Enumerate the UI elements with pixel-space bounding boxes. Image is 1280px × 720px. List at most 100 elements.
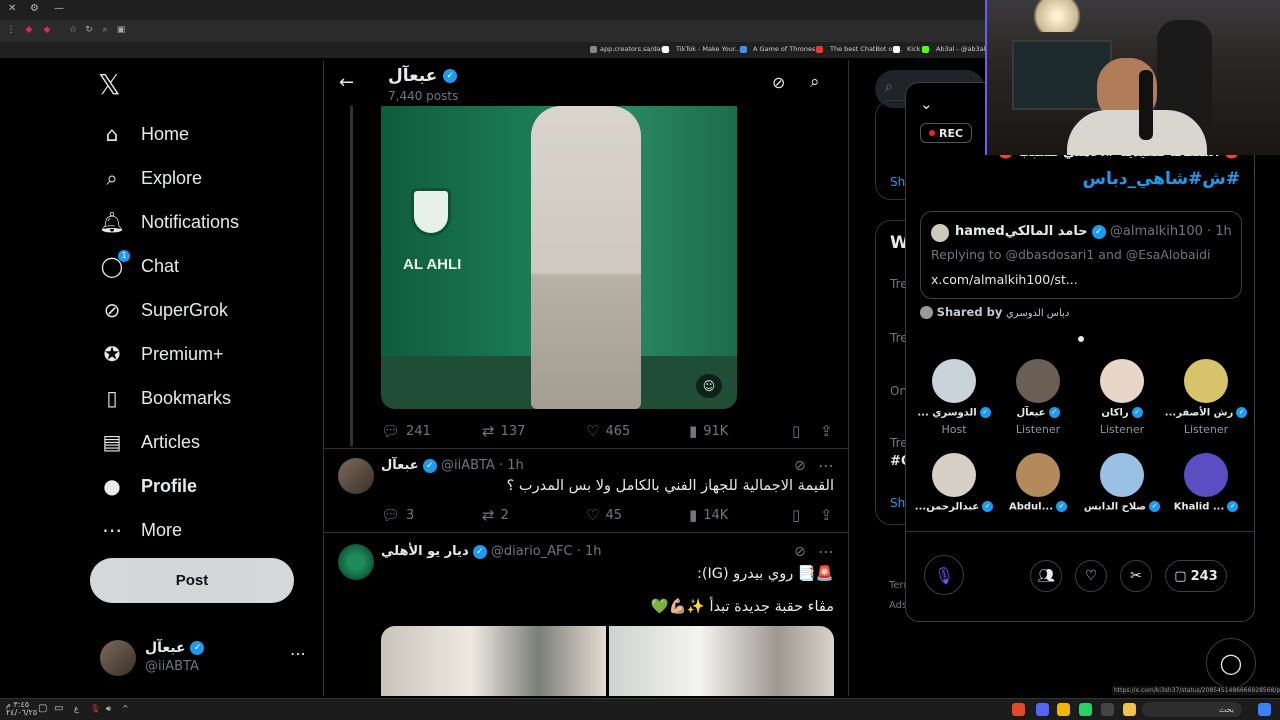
grok-icon[interactable]: ⊘	[794, 458, 806, 474]
space-participant[interactable]: ...رش الأصفر ✓ Listener	[1164, 359, 1248, 436]
scissors-icon[interactable]: ✂	[1120, 560, 1152, 592]
chat-fab-icon[interactable]: ◯	[1206, 638, 1256, 688]
display-icon[interactable]: ▭	[54, 703, 63, 714]
app-icon[interactable]	[1012, 703, 1025, 716]
language-indicator[interactable]: ع	[74, 704, 79, 713]
quote-link[interactable]: x.com/almalkih100/st...	[931, 272, 1078, 287]
avatar[interactable]	[338, 458, 374, 494]
grok-icon[interactable]: ⊘	[794, 544, 806, 560]
shared-by-name[interactable]: دباس الدوسري	[1006, 308, 1069, 319]
bookmark-button[interactable]: ▯	[792, 506, 806, 524]
tweet-media-grid[interactable]	[381, 626, 834, 696]
nav-item-home[interactable]: ⌂ Home	[100, 114, 189, 154]
tray-expand-icon[interactable]: ^	[122, 704, 129, 713]
grok-icon[interactable]: ⊘	[772, 73, 785, 92]
bookmark-1[interactable]: app.creators.sa/das...	[600, 45, 670, 53]
space-participant[interactable]: Khalid ... ✓	[1164, 453, 1248, 513]
mic-tray-icon[interactable]: 🎙︎	[90, 704, 100, 713]
microphone-icon[interactable]: 🎙︎	[924, 555, 964, 595]
space-participant[interactable]: راكان ✓ Listener	[1080, 359, 1164, 436]
whatsapp-icon[interactable]	[1079, 703, 1092, 716]
tweet-author-name[interactable]: عبعآل	[381, 458, 419, 473]
space-participant[interactable]: صلاح الدابس ✓	[1080, 453, 1164, 513]
views-button[interactable]: ▮ 14K	[689, 506, 728, 524]
nav-item-articles[interactable]: ▤ Articles	[100, 422, 200, 462]
back-arrow-icon[interactable]: ←	[339, 72, 354, 93]
space-participant[interactable]: Abdul... ✓	[996, 453, 1080, 513]
club-crest-icon	[411, 188, 451, 236]
tweet-time[interactable]: 1h	[585, 544, 602, 559]
repost-button[interactable]: ⇄ 137	[482, 422, 525, 440]
views-button[interactable]: ▮ 91K	[689, 422, 728, 440]
tweet-image[interactable]: AL AHLI ☺	[381, 106, 737, 409]
star-icon[interactable]: ☆	[68, 25, 78, 35]
collapse-icon[interactable]: ⌄	[920, 95, 933, 113]
tweet-image[interactable]	[381, 626, 606, 696]
show-more-link[interactable]: Sh	[890, 496, 905, 510]
quoted-post[interactable]: hamedحامد المالكي ✓ @almalkih100 · 1h Re…	[920, 211, 1242, 299]
more-icon[interactable]: ⋯	[818, 542, 834, 561]
screenshot-icon[interactable]: ▣	[116, 25, 126, 35]
nav-item-supergrok[interactable]: ⊘ SuperGrok	[100, 290, 228, 330]
avatar[interactable]	[338, 544, 374, 580]
close-window-icon[interactable]: ✕	[8, 3, 16, 14]
verified-icon: ✓	[1048, 407, 1060, 418]
space-participant[interactable]: ...عبدالرحمن ✓	[912, 453, 996, 513]
nav-item-more[interactable]: ⋯ More	[100, 510, 182, 550]
more-icon[interactable]: ⋯	[818, 456, 834, 475]
comments-button[interactable]: ▢ 243	[1165, 560, 1227, 592]
minimize-icon[interactable]: —	[54, 3, 64, 14]
more-icon[interactable]: ⋯	[290, 644, 306, 663]
settings-icon[interactable]: ⚙	[30, 3, 39, 14]
reply-button[interactable]: 💬︎ 241	[381, 422, 431, 440]
notification-icon[interactable]: ▢	[38, 703, 47, 714]
chrome-icon[interactable]	[1057, 703, 1070, 716]
share-button[interactable]: ⇪	[820, 506, 839, 524]
like-button[interactable]: ♡ 45	[586, 506, 622, 524]
tweet-time[interactable]: 1h	[507, 458, 524, 473]
folder-icon[interactable]	[1123, 703, 1136, 716]
people-icon[interactable]: 👥︎	[1030, 560, 1062, 592]
tweet-handle[interactable]: @diario_AFC	[491, 544, 573, 559]
post-button[interactable]: Post	[90, 558, 294, 603]
search-icon[interactable]: ⌕	[810, 72, 820, 92]
menu-icon[interactable]: ⋮	[6, 25, 16, 35]
start-icon[interactable]	[1258, 703, 1271, 716]
zoom-icon[interactable]: ⌕	[100, 25, 110, 35]
bookmark-3[interactable]: A Game of Thrones...	[753, 45, 822, 53]
bookmark-2[interactable]: TikTok - Make Your...	[676, 45, 741, 53]
refresh-icon[interactable]: ↻	[84, 25, 94, 35]
tweet-author-name[interactable]: ديار يو الأهلي	[381, 544, 469, 559]
app-icon[interactable]	[1101, 703, 1114, 716]
nav-item-bookmarks[interactable]: ▯ Bookmarks	[100, 378, 231, 418]
extension-icon[interactable]: ◆	[42, 25, 52, 35]
bookmark-5[interactable]: Kick	[907, 45, 920, 53]
taskbar-search-input[interactable]: بحث	[1142, 702, 1242, 717]
tweet-handle[interactable]: @iiABTA	[441, 458, 495, 473]
tweet-image[interactable]	[609, 626, 834, 696]
timeline-column: ← عبعآل ✓ 7,440 posts ⊘ ⌕ AL AHLI ☺ 💬︎ 24…	[323, 60, 849, 696]
bookmark-6[interactable]: Ab3al - @ab3al	[936, 45, 986, 53]
bookmark-button[interactable]: ▯	[792, 422, 806, 440]
extension-icon[interactable]: ◆	[24, 25, 34, 35]
nav-item-chat[interactable]: ◯ 1 Chat	[100, 246, 179, 286]
like-button[interactable]: ♡ 465	[586, 422, 630, 440]
volume-icon[interactable]: 🔊︎	[106, 704, 111, 714]
share-button[interactable]: ⇪	[820, 422, 839, 440]
reply-button[interactable]: 💬︎ 3	[381, 506, 414, 524]
bookmark-4[interactable]: The best ChatBot on...	[830, 45, 903, 53]
nav-item-notifications[interactable]: 🔔︎ Notifications	[99, 202, 239, 242]
space-participant[interactable]: ... الدوسري ✓ Host	[912, 359, 996, 436]
nav-item-premium[interactable]: ✪ Premium+	[100, 334, 224, 374]
show-more-link[interactable]: Sh	[890, 175, 905, 189]
x-logo-icon[interactable]: 𝕏	[98, 70, 128, 100]
heart-plus-icon[interactable]: ♡	[1075, 560, 1107, 592]
clock[interactable]: ٣:٤٥ م ٢٤/٠٦/٢٥	[6, 701, 37, 717]
space-participant[interactable]: عبعآل ✓ Listener	[996, 359, 1080, 436]
nav-item-explore[interactable]: ⌕ Explore	[100, 158, 202, 198]
repost-button[interactable]: ⇄ 2	[482, 506, 509, 524]
discord-icon[interactable]	[1036, 703, 1049, 716]
account-switcher[interactable]: عبعآل ✓ @iiABTA ⋯	[100, 638, 310, 678]
media-tag-icon[interactable]: ☺	[696, 374, 722, 398]
nav-item-profile[interactable]: ● Profile	[100, 466, 197, 506]
